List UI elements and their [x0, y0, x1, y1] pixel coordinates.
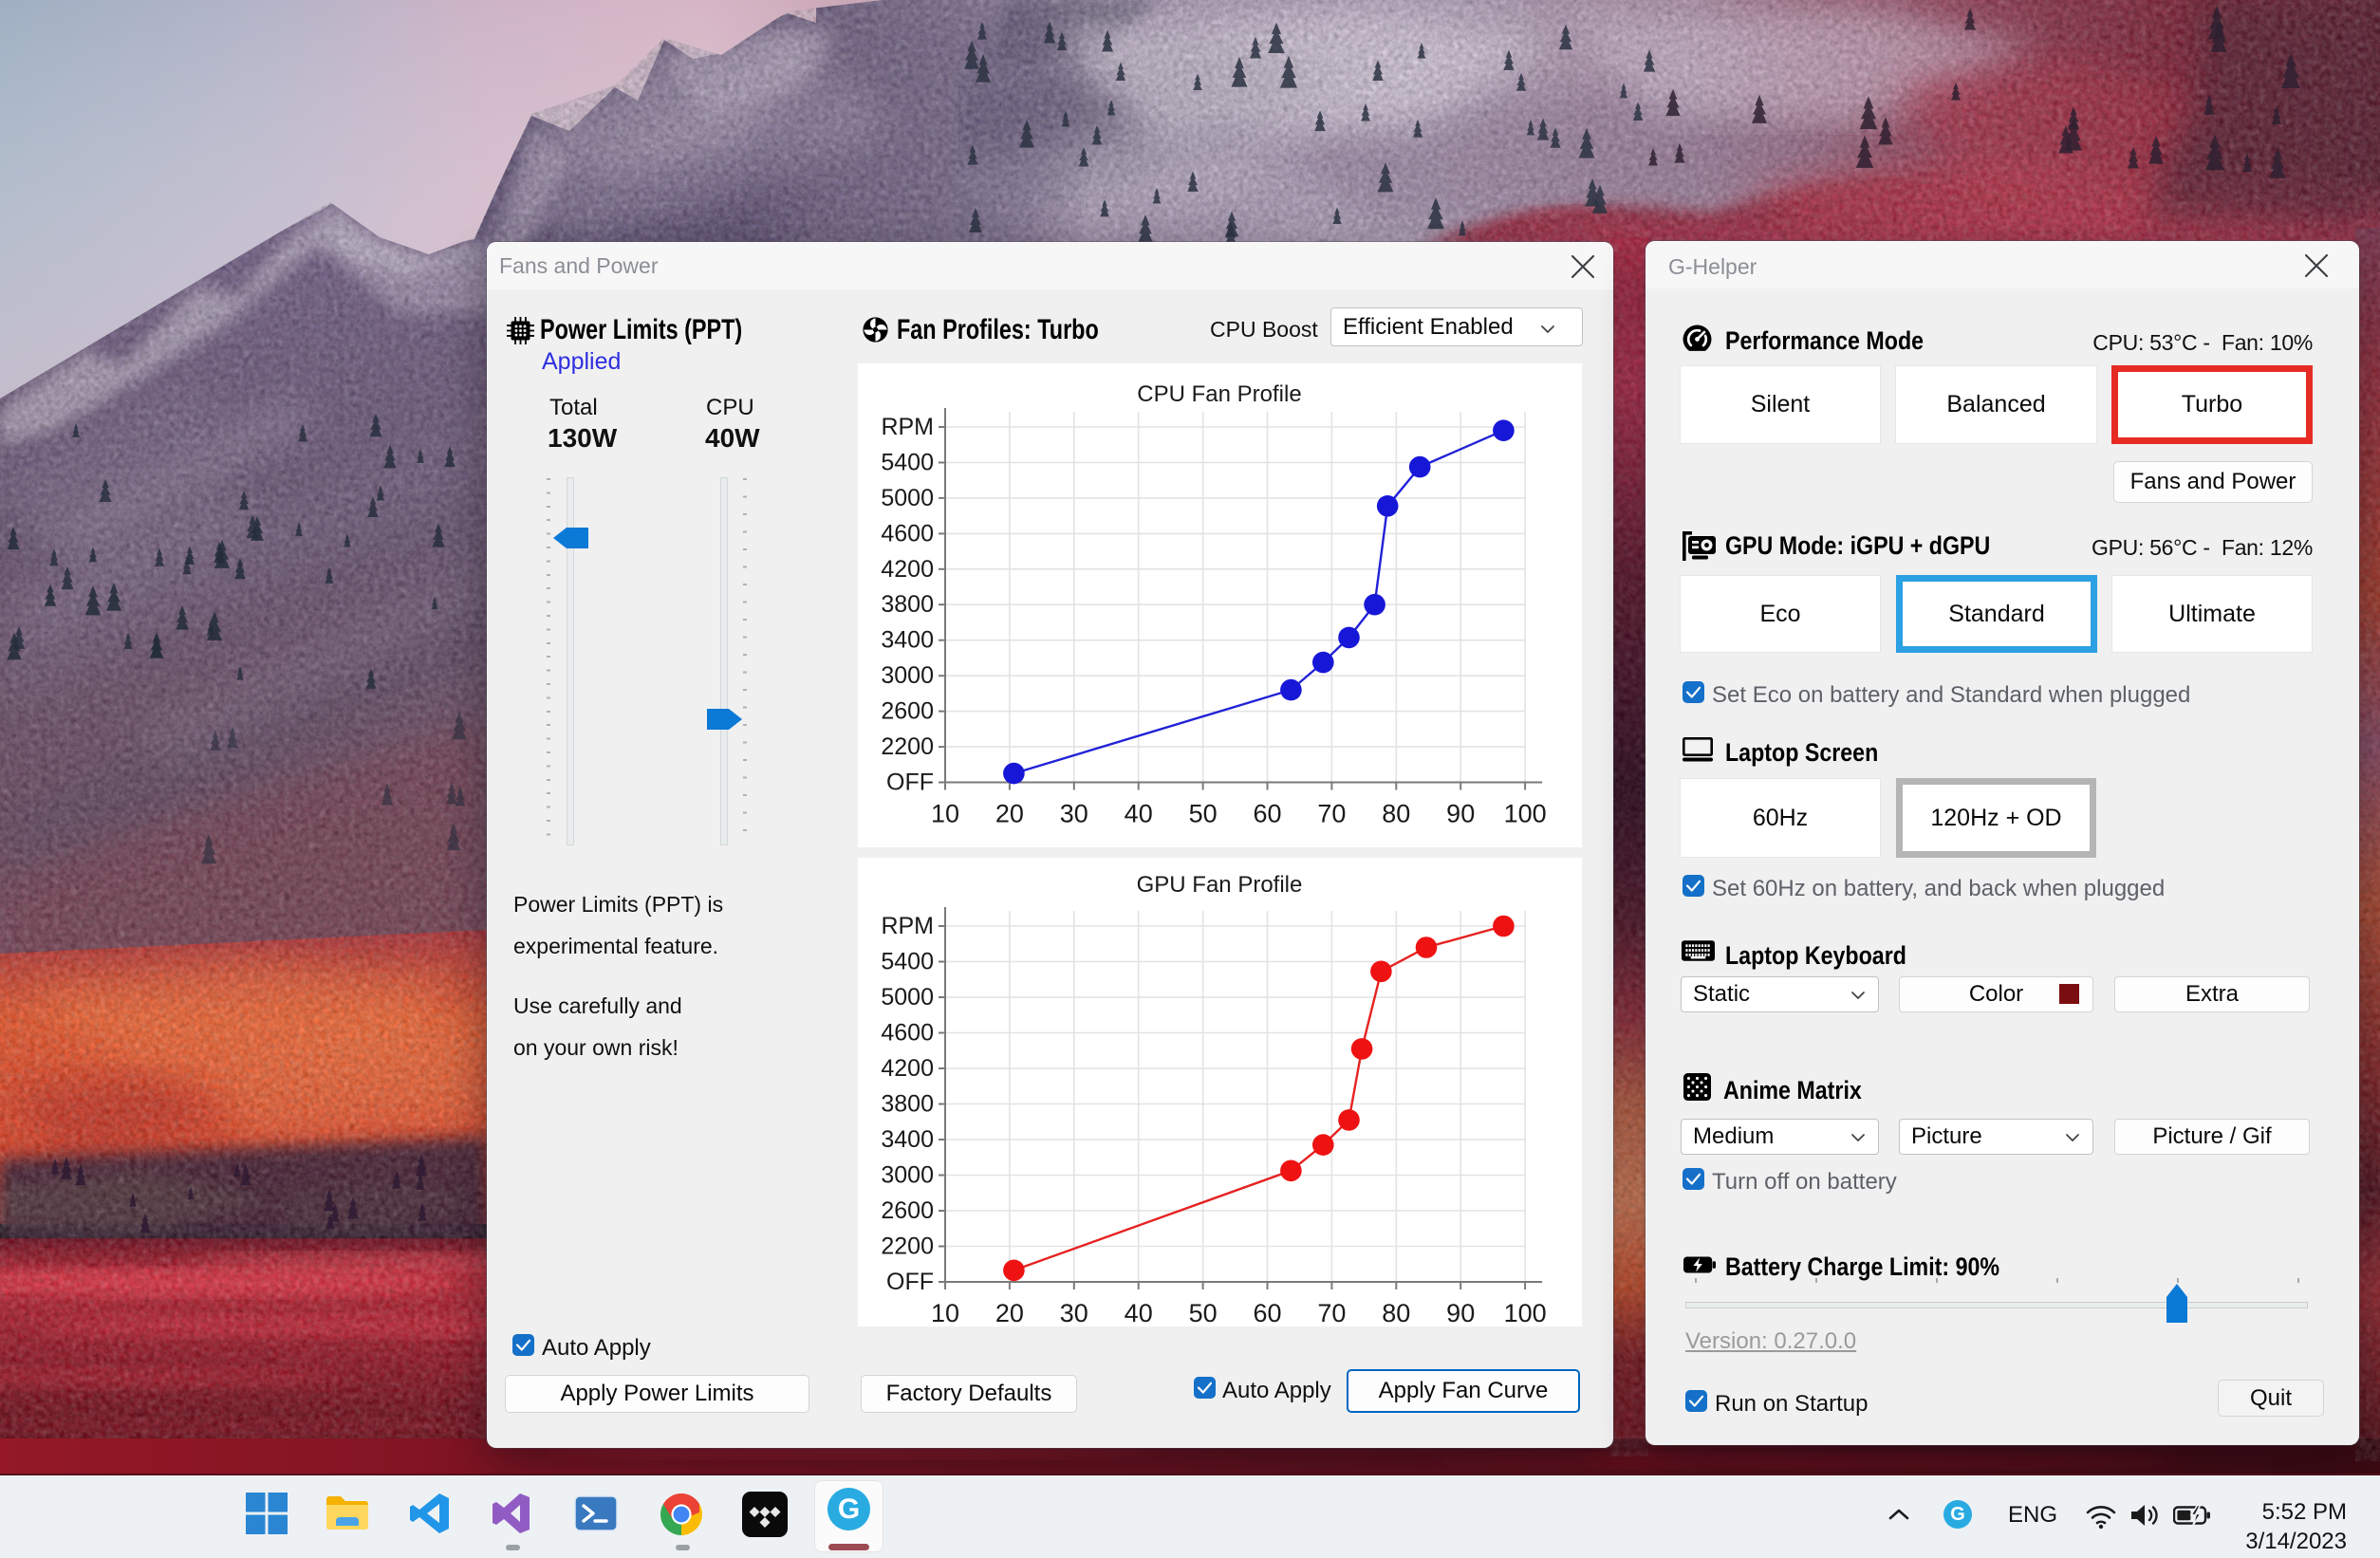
svg-text:70: 70 [1317, 800, 1346, 828]
svg-text:4200: 4200 [881, 556, 934, 583]
svg-text:4600: 4600 [881, 1020, 934, 1047]
svg-text:80: 80 [1382, 1299, 1410, 1326]
svg-text:10: 10 [931, 1299, 959, 1326]
svg-text:10: 10 [931, 800, 959, 828]
svg-text:50: 50 [1189, 800, 1218, 828]
svg-text:GPU Fan Profile: GPU Fan Profile [1137, 872, 1303, 898]
svg-text:90: 90 [1446, 800, 1475, 828]
svg-text:40: 40 [1125, 800, 1153, 828]
svg-text:90: 90 [1446, 1299, 1475, 1326]
svg-text:3800: 3800 [881, 1091, 934, 1118]
svg-text:30: 30 [1060, 1299, 1088, 1326]
svg-text:70: 70 [1317, 1299, 1346, 1326]
svg-text:4600: 4600 [881, 520, 934, 547]
svg-text:RPM: RPM [881, 913, 934, 939]
svg-text:80: 80 [1382, 800, 1410, 828]
svg-text:5400: 5400 [881, 450, 934, 476]
svg-text:3800: 3800 [881, 591, 934, 618]
svg-text:RPM: RPM [881, 414, 934, 440]
svg-text:4200: 4200 [881, 1055, 934, 1082]
svg-text:100: 100 [1504, 800, 1547, 828]
svg-text:2600: 2600 [881, 698, 934, 725]
svg-text:2600: 2600 [881, 1197, 934, 1224]
svg-text:2200: 2200 [881, 1233, 934, 1260]
svg-text:OFF: OFF [886, 770, 934, 796]
svg-text:3000: 3000 [881, 662, 934, 689]
svg-text:OFF: OFF [886, 1269, 934, 1295]
svg-text:3000: 3000 [881, 1162, 934, 1189]
svg-text:60: 60 [1253, 1299, 1281, 1326]
svg-text:100: 100 [1504, 1299, 1547, 1326]
svg-text:5000: 5000 [881, 984, 934, 1011]
svg-text:50: 50 [1189, 1299, 1218, 1326]
svg-text:20: 20 [995, 1299, 1024, 1326]
svg-text:2200: 2200 [881, 733, 934, 760]
svg-text:40: 40 [1125, 1299, 1153, 1326]
svg-text:30: 30 [1060, 800, 1088, 828]
svg-text:5000: 5000 [881, 485, 934, 511]
svg-text:3400: 3400 [881, 1126, 934, 1153]
svg-text:20: 20 [995, 800, 1024, 828]
svg-text:CPU Fan Profile: CPU Fan Profile [1137, 381, 1301, 407]
svg-text:5400: 5400 [881, 949, 934, 975]
svg-text:60: 60 [1253, 800, 1281, 828]
svg-text:3400: 3400 [881, 627, 934, 654]
